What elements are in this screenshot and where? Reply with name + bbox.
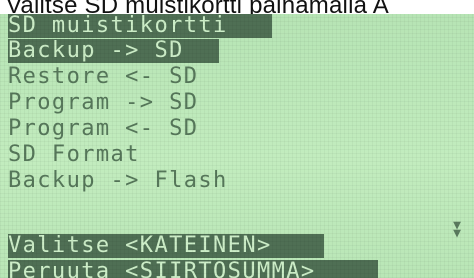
lcd-screen: SD muistikortti Backup -> SD Restore <- … xyxy=(0,14,474,278)
menu-item-program-to-sd[interactable]: Program -> SD xyxy=(8,91,198,115)
menu-item-backup-to-flash[interactable]: Backup -> Flash xyxy=(8,169,228,193)
screen-title: SD muistikortti xyxy=(8,14,272,38)
menu-item-sd-format[interactable]: SD Format xyxy=(8,143,140,167)
menu-item-backup-to-sd[interactable]: Backup -> SD xyxy=(8,39,219,63)
scroll-down-arrows-icon: ▼ ▼ xyxy=(453,218,461,241)
footer-cancel-hint[interactable]: Peruuta <SIIRTOSUMMA> xyxy=(8,260,378,278)
menu-item-program-from-sd[interactable]: Program <- SD xyxy=(8,117,198,141)
footer-select-hint[interactable]: Valitse <KATEINEN> xyxy=(8,234,324,258)
menu-item-restore-from-sd[interactable]: Restore <- SD xyxy=(8,65,198,89)
